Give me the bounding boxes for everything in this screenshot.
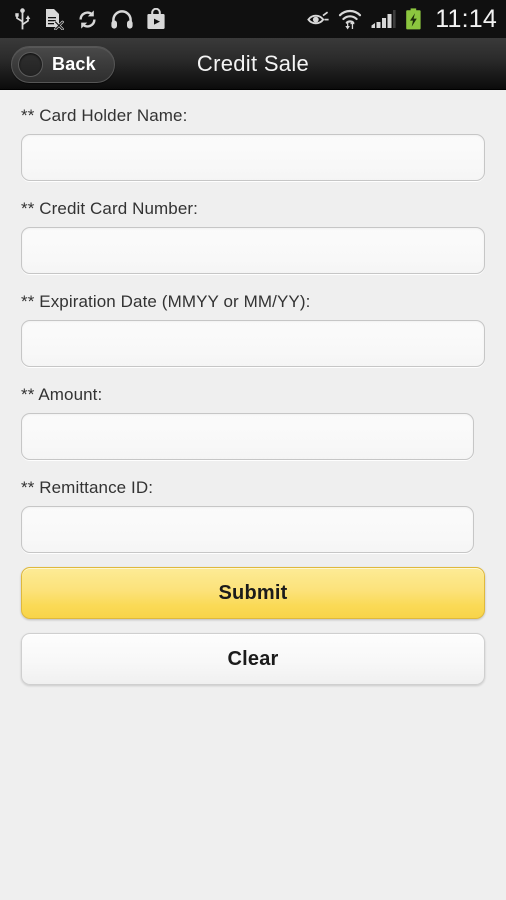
field-remittance-id: ** Remittance ID: (0, 478, 506, 553)
sd-card-removed-icon (44, 8, 64, 31)
field-expiration-date: ** Expiration Date (MMYY or MM/YY): (0, 292, 506, 367)
status-bar-left-icons (14, 7, 166, 31)
status-bar: 11:14 (0, 0, 506, 38)
label-remittance-id: ** Remittance ID: (21, 478, 154, 497)
field-credit-card-number: ** Credit Card Number: (0, 199, 506, 274)
field-card-holder-name: ** Card Holder Name: (0, 106, 506, 181)
wifi-transfer-icon (338, 8, 362, 30)
label-amount: ** Amount: (21, 385, 103, 404)
clear-button[interactable]: Clear (21, 633, 485, 685)
form-content: ** Card Holder Name: ** Credit Card Numb… (0, 90, 506, 900)
back-button[interactable]: Back (11, 46, 115, 83)
field-amount: ** Amount: (0, 385, 506, 460)
remittance-id-input[interactable] (21, 506, 474, 553)
battery-charging-icon (405, 8, 422, 30)
submit-button[interactable]: Submit (21, 567, 485, 619)
signal-bars-icon (371, 9, 396, 29)
expiration-date-input[interactable] (21, 320, 485, 367)
back-button-label: Back (52, 54, 96, 74)
back-knob-icon (18, 52, 43, 77)
sync-icon (77, 9, 98, 30)
label-card-holder-name: ** Card Holder Name: (21, 106, 188, 125)
credit-card-number-input[interactable] (21, 227, 485, 274)
usb-icon (14, 7, 31, 31)
action-bar: Back Credit Sale (0, 38, 506, 90)
amount-input[interactable] (21, 413, 474, 460)
label-credit-card-number: ** Credit Card Number: (21, 199, 198, 218)
smart-stay-eye-icon (307, 11, 329, 27)
play-store-icon (146, 7, 166, 30)
label-expiration-date: ** Expiration Date (MMYY or MM/YY): (21, 292, 311, 311)
clear-button-wrap: Clear (0, 633, 506, 685)
submit-button-wrap: Submit (0, 567, 506, 619)
card-holder-name-input[interactable] (21, 134, 485, 181)
status-bar-right-icons: 11:14 (307, 4, 497, 33)
headphones-icon (111, 9, 133, 29)
status-bar-clock: 11:14 (435, 4, 497, 33)
